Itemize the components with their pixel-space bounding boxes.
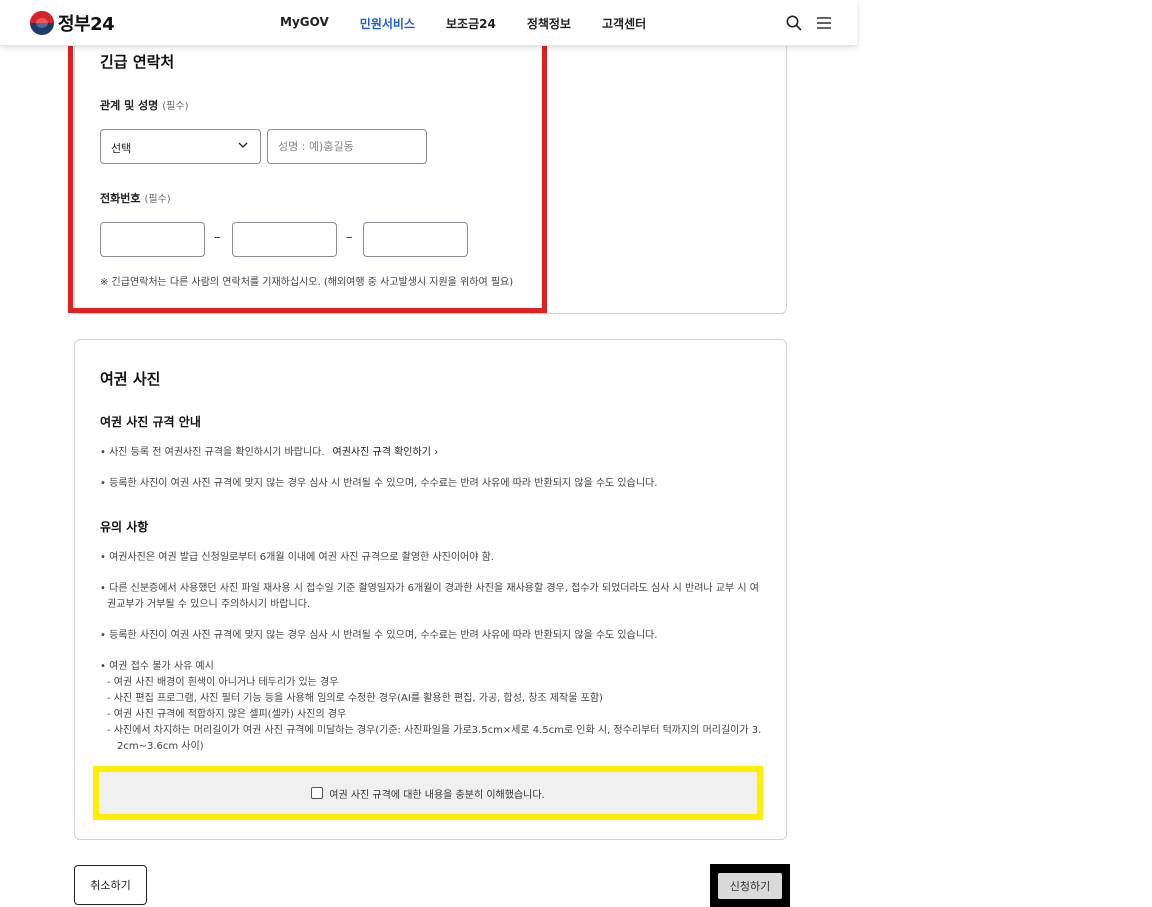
relation-name-label-text: 관계 및 성명 — [100, 99, 159, 112]
notice-title: 유의 사항 — [100, 520, 149, 534]
relation-select[interactable]: 선택 — [100, 129, 261, 164]
logo[interactable]: 정부24 — [30, 10, 115, 36]
required-mark: (필수) — [162, 101, 189, 112]
reject-example-4-cont: 2cm~3.6cm 사이) — [117, 741, 204, 752]
reject-example-4: - 사진에서 차지하는 머리길이가 여권 사진 규격에 미달하는 경우(기준: … — [107, 725, 762, 736]
reject-example-1: - 여권 사진 배경이 흰색이 아니거나 테두리가 있는 경우 — [107, 677, 339, 688]
page: 정부24 MyGOV 민원서비스 보조금24 정책정보 고객센터 긴급 연락처 … — [0, 0, 1152, 907]
phone-dash: – — [214, 230, 221, 245]
phone-input-2[interactable] — [232, 222, 337, 257]
spec-check-link[interactable]: 여권사진 규격 확인하기 › — [333, 447, 439, 458]
agree-row[interactable]: 여권 사진 규격에 대한 내용을 충분히 이해했습니다. — [99, 772, 757, 814]
phone-dash: – — [346, 230, 353, 245]
main-nav: MyGOV 민원서비스 보조금24 정책정보 고객센터 — [280, 15, 646, 32]
taegeuk-logo-icon — [30, 11, 54, 35]
nav-customer-center[interactable]: 고객센터 — [602, 15, 646, 32]
notice-item-4-text: 여권 접수 불가 사유 예시 — [109, 661, 214, 672]
nav-policy-info[interactable]: 정책정보 — [527, 15, 571, 32]
notice-item-3: • 등록한 사진이 여권 사진 규격에 맞지 않는 경우 심사 시 반려될 수 … — [100, 630, 658, 641]
submit-button-frame: 신청하기 — [710, 864, 790, 907]
nav-mygov[interactable]: MyGOV — [280, 15, 329, 32]
nav-civil-service[interactable]: 민원서비스 — [360, 15, 415, 32]
phone-input-3[interactable] — [363, 222, 468, 257]
passport-photo-title: 여권 사진 — [100, 370, 161, 388]
notice-item-4: • 여권 접수 불가 사유 예시 — [100, 661, 214, 672]
cancel-button[interactable]: 취소하기 — [74, 865, 147, 905]
photo-spec-title: 여권 사진 규격 안내 — [100, 415, 201, 429]
phone-label: 전화번호 (필수) — [100, 190, 171, 206]
emergency-note: ※ 긴급연락처는 다른 사람의 연락처를 기재하십시오. (해외여행 중 사고발… — [100, 277, 514, 288]
agree-checkbox[interactable] — [311, 787, 324, 799]
emergency-name-input[interactable] — [267, 129, 427, 164]
hamburger-menu-icon[interactable] — [815, 14, 833, 32]
notice-item-1-text: 여권사진은 여권 발급 신청일로부터 6개월 이내에 여권 사진 규격으로 촬영… — [109, 552, 494, 563]
spec-item-2: • 등록한 사진이 여권 사진 규격에 맞지 않는 경우 심사 시 반려될 수 … — [100, 478, 658, 489]
agree-label: 여권 사진 규격에 대한 내용을 충분히 이해했습니다. — [329, 789, 545, 801]
spec-item-1-text: 사진 등록 전 여권사진 규격을 확인하시기 바랍니다. — [109, 447, 325, 458]
notice-item-1: • 여권사진은 여권 발급 신청일로부터 6개월 이내에 여권 사진 규격으로 … — [100, 552, 494, 563]
relation-select-value: 선택 — [111, 142, 132, 155]
phone-label-text: 전화번호 — [100, 192, 141, 205]
emergency-contact-title: 긴급 연락처 — [100, 53, 175, 71]
nav-subsidy24[interactable]: 보조금24 — [446, 15, 496, 32]
site-header: 정부24 MyGOV 민원서비스 보조금24 정책정보 고객센터 — [0, 0, 857, 46]
spec-item-1: • 사진 등록 전 여권사진 규격을 확인하시기 바랍니다. 여권사진 규격 확인… — [100, 447, 439, 458]
agree-box: 여권 사진 규격에 대한 내용을 충분히 이해했습니다. — [93, 766, 763, 820]
spec-check-link-text: 여권사진 규격 확인하기 — [332, 447, 431, 458]
emergency-contact-card — [74, 30, 787, 314]
spec-item-2-text: 등록한 사진이 여권 사진 규격에 맞지 않는 경우 심사 시 반려될 수 있으… — [109, 478, 658, 489]
logo-text: 정부24 — [58, 14, 115, 35]
required-mark: (필수) — [144, 194, 171, 205]
search-icon[interactable] — [785, 14, 803, 32]
chevron-down-icon — [238, 142, 248, 148]
notice-item-2-cont: 권교부가 거부될 수 있으니 주의하시기 바랍니다. — [107, 599, 311, 610]
phone-input-1[interactable] — [100, 222, 205, 257]
notice-item-2-text: 다른 신분증에서 사용했던 사진 파일 재사용 시 접수일 기준 촬영일자가 6… — [109, 583, 759, 594]
reject-example-2: - 사진 편집 프로그램, 사진 필터 기능 등을 사용해 임의로 수정한 경우… — [107, 693, 603, 704]
notice-item-3-text: 등록한 사진이 여권 사진 규격에 맞지 않는 경우 심사 시 반려될 수 있으… — [109, 630, 658, 641]
reject-example-3: - 여권 사진 규격에 적합하지 않은 셀피(셀카) 사진의 경우 — [107, 709, 347, 720]
submit-button[interactable]: 신청하기 — [718, 872, 782, 899]
notice-item-2: • 다른 신분증에서 사용했던 사진 파일 재사용 시 접수일 기준 촬영일자가… — [100, 583, 759, 594]
relation-name-label: 관계 및 성명 (필수) — [100, 97, 188, 113]
